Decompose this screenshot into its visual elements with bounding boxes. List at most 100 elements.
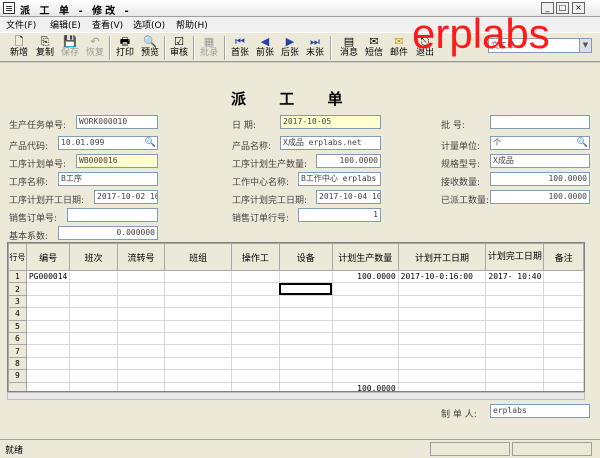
plan-finish-date-field[interactable]: 2017-10-04 10 xyxy=(316,190,381,204)
grid-cell[interactable] xyxy=(331,331,399,346)
mail-button[interactable]: ✉ 邮件 xyxy=(388,34,410,62)
table-row[interactable]: 3 xyxy=(8,294,584,309)
grid-cell[interactable] xyxy=(231,319,280,333)
grid-cell[interactable] xyxy=(25,319,71,333)
grid-cell[interactable] xyxy=(231,356,280,371)
received-qty-field[interactable]: 100.0000 xyxy=(490,172,590,186)
detail-grid[interactable]: 行号 编号 班次 流转号 班组 操作工 设备 计划生产数量 计划开工日期 计划完… xyxy=(7,242,585,392)
grid-cell[interactable] xyxy=(397,282,487,296)
col-header-device[interactable]: 设备 xyxy=(278,243,333,271)
close-button[interactable]: × xyxy=(572,2,585,14)
grid-cell[interactable] xyxy=(164,294,233,309)
grid-cell[interactable] xyxy=(331,319,399,333)
col-header-plan-qty[interactable]: 计划生产数量 xyxy=(331,243,399,271)
grid-cell[interactable] xyxy=(543,319,584,333)
col-header-plan-finish[interactable]: 计划完工日期 xyxy=(485,243,545,271)
grid-cell[interactable] xyxy=(485,331,545,346)
grid-cell[interactable] xyxy=(543,356,584,371)
menu-view[interactable]: 查看(V) xyxy=(92,18,123,31)
col-header-code[interactable]: 编号 xyxy=(25,243,71,271)
copy-button[interactable]: ⎘ 复制 xyxy=(34,34,56,62)
lookup-icon[interactable]: 🔍 xyxy=(577,137,588,149)
table-row[interactable]: 9 xyxy=(8,369,584,383)
grid-cell[interactable] xyxy=(116,294,166,309)
grid-cell[interactable] xyxy=(331,282,399,296)
grid-cell[interactable] xyxy=(543,369,584,383)
approve-button[interactable]: ☑ 审核 xyxy=(168,34,190,62)
grid-cell[interactable] xyxy=(543,282,584,296)
grid-cell[interactable] xyxy=(485,344,545,358)
spec-field[interactable]: X成品 xyxy=(490,154,590,168)
grid-cell[interactable] xyxy=(116,319,166,333)
grid-cell[interactable] xyxy=(164,282,233,296)
col-header-row-no[interactable]: 行号 xyxy=(8,243,27,271)
grid-cell[interactable] xyxy=(69,307,118,321)
new-button[interactable]: 🗋 新增 xyxy=(8,34,30,62)
print-button[interactable]: 🖶 打印 xyxy=(114,34,136,62)
message-button[interactable]: ▤ 消息 xyxy=(338,34,360,62)
grid-cell[interactable] xyxy=(485,369,545,383)
maximize-button[interactable]: □ xyxy=(556,2,569,14)
menu-file[interactable]: 文件(F) xyxy=(6,18,36,31)
grid-cell[interactable] xyxy=(116,369,166,383)
selected-cell[interactable] xyxy=(278,282,333,296)
grid-cell[interactable] xyxy=(69,319,118,333)
table-row[interactable]: 2 xyxy=(8,282,584,296)
grid-cell[interactable] xyxy=(331,307,399,321)
plan-qty-field[interactable]: 100.0000 xyxy=(316,154,381,168)
menu-help[interactable]: 帮助(H) xyxy=(176,18,208,31)
grid-cell[interactable] xyxy=(485,356,545,371)
grid-cell[interactable] xyxy=(164,369,233,383)
grid-cell[interactable] xyxy=(485,319,545,333)
batch-entry-button[interactable]: ▦ 批录 xyxy=(198,34,220,62)
first-record-button[interactable]: ⏮ 首张 xyxy=(229,34,251,62)
grid-cell[interactable] xyxy=(331,294,399,309)
grid-cell[interactable] xyxy=(25,331,71,346)
maker-field[interactable]: erplabs xyxy=(490,404,590,418)
grid-cell[interactable] xyxy=(397,356,487,371)
grid-cell[interactable] xyxy=(278,294,333,309)
table-row[interactable]: 5 xyxy=(8,319,584,333)
table-row[interactable]: 1 PG000014 100.0000 2017-10-0:16:00 2017… xyxy=(8,269,584,284)
preview-button[interactable]: 🔍 预览 xyxy=(139,34,161,62)
next-record-button[interactable]: ▶ 后张 xyxy=(279,34,301,62)
grid-cell[interactable] xyxy=(164,356,233,371)
grid-cell[interactable] xyxy=(397,294,487,309)
menu-edit[interactable]: 编辑(E) xyxy=(50,18,81,31)
cell-device[interactable] xyxy=(278,269,333,284)
grid-cell[interactable] xyxy=(25,282,71,296)
grid-cell[interactable] xyxy=(25,356,71,371)
grid-cell[interactable] xyxy=(164,331,233,346)
cell-note[interactable] xyxy=(543,269,584,284)
product-code-field[interactable]: 10.01.099 🔍 xyxy=(58,136,158,150)
grid-cell[interactable] xyxy=(397,331,487,346)
grid-cell[interactable] xyxy=(231,282,280,296)
grid-cell[interactable] xyxy=(397,344,487,358)
col-header-shift[interactable]: 班次 xyxy=(69,243,118,271)
date-field[interactable]: 2017-10-05 xyxy=(280,115,381,129)
grid-cell[interactable] xyxy=(278,319,333,333)
col-header-note[interactable]: 备注 xyxy=(543,243,584,271)
grid-cell[interactable] xyxy=(485,307,545,321)
grid-cell[interactable] xyxy=(25,307,71,321)
table-row[interactable]: 6 xyxy=(8,331,584,346)
base-coef-field[interactable]: 0.000000 xyxy=(58,226,158,240)
task-no-field[interactable]: WORK000010 xyxy=(76,115,158,129)
last-record-button[interactable]: ⏭ 末张 xyxy=(304,34,326,62)
grid-cell[interactable] xyxy=(231,307,280,321)
sales-order-line-field[interactable]: 1 xyxy=(298,208,381,222)
unit-field[interactable]: 个 🔍 xyxy=(490,136,590,150)
grid-cell[interactable] xyxy=(231,331,280,346)
previous-record-button[interactable]: ◀ 前张 xyxy=(254,34,276,62)
grid-cell[interactable] xyxy=(543,344,584,358)
plan-no-field[interactable]: WB000016 xyxy=(76,154,158,168)
cell-worker[interactable] xyxy=(231,269,280,284)
save-button[interactable]: 💾 保存 xyxy=(59,34,81,62)
sms-button[interactable]: ✉ 短信 xyxy=(363,34,385,62)
grid-cell[interactable] xyxy=(278,369,333,383)
grid-cell[interactable] xyxy=(231,369,280,383)
col-header-worker[interactable]: 操作工 xyxy=(231,243,280,271)
restore-button[interactable]: ↶ 恢复 xyxy=(84,34,106,62)
grid-cell[interactable] xyxy=(397,307,487,321)
product-name-field[interactable]: X成品 erplabs.net xyxy=(280,136,381,150)
